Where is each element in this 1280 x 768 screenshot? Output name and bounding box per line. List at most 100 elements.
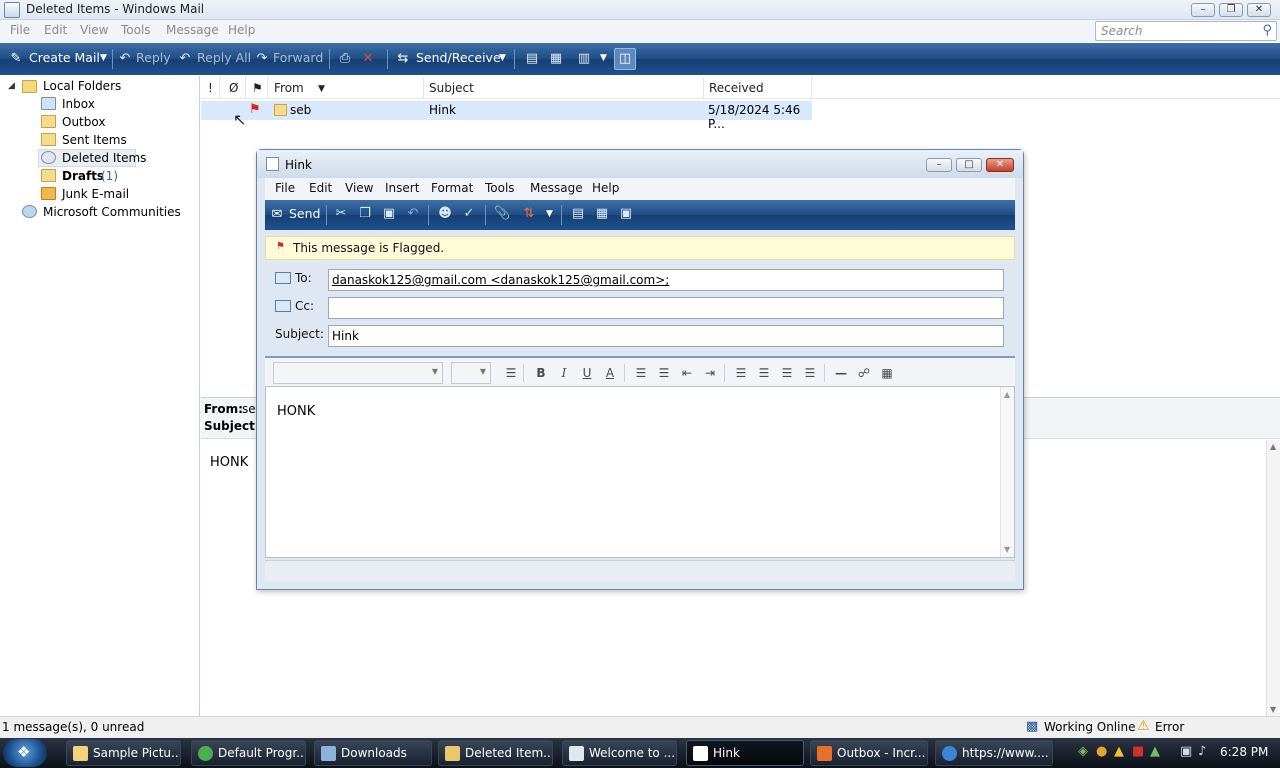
- menu-view[interactable]: View: [80, 23, 108, 37]
- message-body[interactable]: HONK ▲ ▼: [265, 386, 1015, 558]
- taskbar-item-default-programs[interactable]: Default Progr...: [191, 740, 306, 766]
- flag-icon[interactable]: ⚑: [249, 102, 261, 117]
- cut-icon[interactable]: ✂: [333, 206, 349, 222]
- bold-button[interactable]: B: [533, 366, 549, 380]
- font-size-select[interactable]: ▼: [451, 362, 491, 384]
- folder-inbox[interactable]: Inbox: [62, 97, 95, 111]
- taskbar-item-downloads[interactable]: Downloads: [314, 740, 432, 766]
- offline-icon[interactable]: ▣: [618, 206, 634, 222]
- collapse-icon[interactable]: ◢: [8, 81, 15, 91]
- table-row[interactable]: ⚑ seb Hink 5/18/2024 5:46 P...: [201, 101, 812, 131]
- send-receive-dropdown-icon[interactable]: ▼: [499, 53, 506, 63]
- send-receive-button[interactable]: Send/Receive: [416, 50, 501, 65]
- delete-icon[interactable]: ✕: [360, 51, 376, 67]
- create-mail-dropdown-icon[interactable]: ▼: [100, 53, 107, 63]
- close-button[interactable]: ✕: [1247, 3, 1271, 17]
- clock[interactable]: 6:28 PM: [1220, 745, 1268, 759]
- create-mail-button[interactable]: Create Mail: [29, 50, 100, 65]
- bullet-list-icon[interactable]: ☰: [656, 366, 672, 380]
- tray-security-icon[interactable]: ▲: [1114, 744, 1124, 759]
- font-name-select[interactable]: ▼: [273, 362, 443, 384]
- horizontal-line-icon[interactable]: —: [833, 366, 849, 380]
- send-button[interactable]: Send: [289, 206, 320, 221]
- taskbar-item-outbox[interactable]: Outbox - Incr...: [810, 740, 928, 766]
- message-minimize-button[interactable]: –: [926, 158, 952, 172]
- column-flag[interactable]: ⚑: [252, 81, 263, 95]
- find-icon[interactable]: ▥: [576, 51, 592, 67]
- copy-icon[interactable]: ❐: [357, 206, 373, 222]
- to-recipient[interactable]: danaskok125@gmail.com <danaskok125@gmail…: [332, 273, 669, 287]
- message-menu-help[interactable]: Help: [592, 181, 619, 195]
- message-body-scrollbar[interactable]: ▲ ▼: [1000, 387, 1014, 557]
- taskbar-item-welcome[interactable]: Welcome to ...: [562, 740, 677, 766]
- to-address-book-icon[interactable]: [275, 272, 291, 284]
- message-menu-edit[interactable]: Edit: [309, 181, 332, 195]
- message-menu-format[interactable]: Format: [431, 181, 473, 195]
- justify-icon[interactable]: ☰: [802, 366, 818, 380]
- subject-field[interactable]: Hink: [328, 325, 1004, 347]
- cc-address-book-icon[interactable]: [275, 300, 291, 312]
- priority-icon[interactable]: ⇅: [521, 206, 537, 222]
- folder-junk-email[interactable]: Junk E-mail: [62, 187, 129, 201]
- folder-deleted-items[interactable]: Deleted Items: [62, 151, 146, 165]
- column-received[interactable]: Received: [709, 81, 764, 95]
- status-working-online[interactable]: Working Online: [1044, 720, 1135, 734]
- tray-volume-icon[interactable]: ♪: [1198, 744, 1206, 759]
- paragraph-style-icon[interactable]: ☰: [503, 366, 519, 380]
- scroll-up-icon[interactable]: ▲: [1270, 442, 1276, 451]
- font-dropdown-icon[interactable]: ▼: [432, 367, 438, 376]
- preview-scrollbar[interactable]: ▲ ▼: [1266, 440, 1280, 716]
- menu-edit[interactable]: Edit: [44, 23, 67, 37]
- to-field[interactable]: danaskok125@gmail.com <danaskok125@gmail…: [328, 269, 1004, 291]
- print-icon[interactable]: ⎙: [337, 51, 353, 67]
- message-maximize-button[interactable]: □: [956, 158, 982, 172]
- message-menu-insert[interactable]: Insert: [385, 181, 419, 195]
- size-dropdown-icon[interactable]: ▼: [480, 367, 486, 376]
- column-attachment[interactable]: Ø: [229, 81, 238, 95]
- find-dropdown-icon[interactable]: ▼: [600, 53, 607, 63]
- decrease-indent-icon[interactable]: ⇤: [679, 366, 695, 380]
- folder-local-folders[interactable]: Local Folders: [43, 79, 121, 93]
- menu-message[interactable]: Message: [166, 23, 219, 37]
- tray-update-icon[interactable]: ▲: [1150, 744, 1160, 759]
- message-close-button[interactable]: ✕: [986, 158, 1014, 172]
- folder-sent-items[interactable]: Sent Items: [62, 133, 127, 147]
- folder-outbox[interactable]: Outbox: [62, 115, 105, 129]
- reply-button[interactable]: Reply: [136, 50, 171, 65]
- cc-field[interactable]: [328, 297, 1004, 319]
- restore-button[interactable]: ❐: [1219, 3, 1243, 17]
- sign-icon[interactable]: ▤: [570, 206, 586, 222]
- align-center-icon[interactable]: ☰: [756, 366, 772, 380]
- reply-all-button[interactable]: Reply All: [197, 50, 251, 65]
- forward-button[interactable]: Forward: [273, 50, 323, 65]
- tray-alert-icon[interactable]: ■: [1132, 744, 1144, 759]
- folder-microsoft-communities[interactable]: Microsoft Communities: [43, 205, 181, 219]
- taskbar-item-browser[interactable]: https://www....: [935, 740, 1053, 766]
- scroll-up-icon[interactable]: ▲: [1004, 390, 1010, 399]
- folder-drafts[interactable]: Drafts: [62, 169, 104, 183]
- increase-indent-icon[interactable]: ⇥: [702, 366, 718, 380]
- tray-app-icon[interactable]: ●: [1096, 744, 1107, 759]
- paste-icon[interactable]: ▣: [381, 206, 397, 222]
- scroll-down-icon[interactable]: ▼: [1270, 705, 1276, 714]
- taskbar-item-sample-pictures[interactable]: Sample Pictu...: [66, 740, 181, 766]
- column-importance[interactable]: !: [208, 81, 213, 95]
- column-subject[interactable]: Subject: [429, 81, 474, 95]
- menu-file[interactable]: File: [10, 23, 30, 37]
- minimize-button[interactable]: –: [1191, 3, 1215, 17]
- tray-display-icon[interactable]: ▣: [1180, 744, 1192, 759]
- menu-help[interactable]: Help: [228, 23, 255, 37]
- underline-button[interactable]: U: [579, 366, 595, 380]
- calendar-icon[interactable]: ▦: [548, 51, 564, 67]
- message-menu-file[interactable]: File: [275, 181, 295, 195]
- contacts-icon[interactable]: ▤: [524, 51, 540, 67]
- check-names-icon[interactable]: ☻: [437, 206, 453, 222]
- start-button[interactable]: ❖: [3, 739, 47, 767]
- tray-network-icon[interactable]: ◈: [1078, 744, 1088, 759]
- search-input[interactable]: Search ⚲: [1095, 21, 1277, 41]
- insert-picture-icon[interactable]: ▦: [879, 366, 895, 380]
- scroll-down-icon[interactable]: ▼: [1004, 545, 1010, 554]
- taskbar-item-hink[interactable]: Hink: [686, 740, 804, 766]
- spelling-icon[interactable]: ✓: [461, 206, 477, 222]
- hyperlink-icon[interactable]: ☍: [856, 366, 872, 380]
